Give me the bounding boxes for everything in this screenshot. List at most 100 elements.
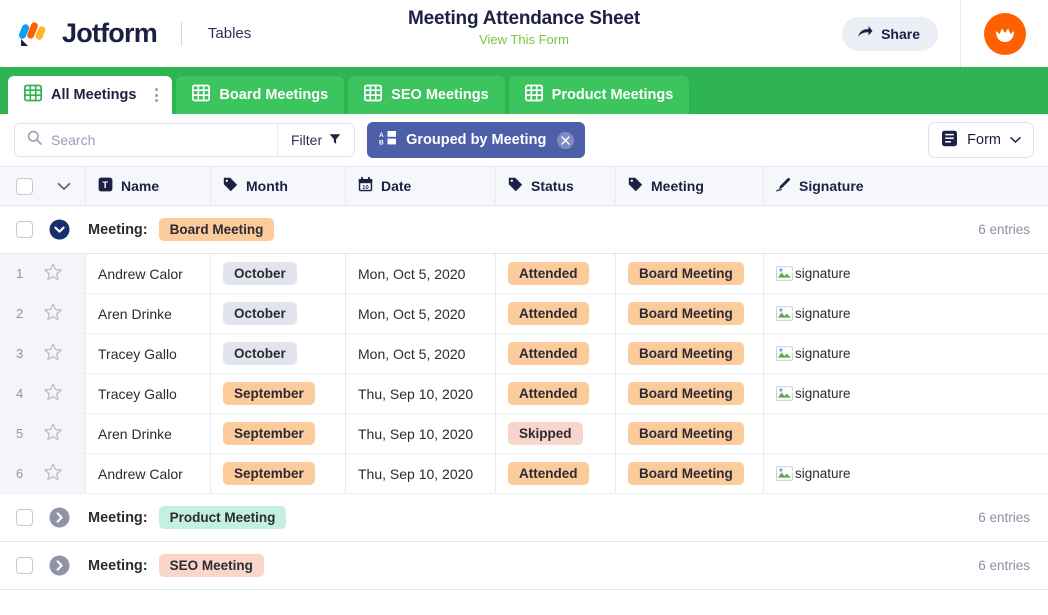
cell-name[interactable]: Aren Drinke	[86, 414, 211, 453]
cell-meeting[interactable]: Board Meeting	[616, 454, 764, 493]
cell-text: Thu, Sep 10, 2020	[358, 385, 474, 402]
group-header-board-meeting[interactable]: Meeting: Board Meeting 6 entries	[0, 206, 1048, 254]
cell-signature[interactable]: signature	[764, 454, 1048, 493]
row-number: 5	[16, 426, 24, 441]
cell-meeting[interactable]: Board Meeting	[616, 334, 764, 373]
cell-status[interactable]: Skipped	[496, 414, 616, 453]
column-header-name[interactable]: T Name	[86, 167, 211, 205]
cell-date[interactable]: Mon, Oct 5, 2020	[346, 254, 496, 293]
tab-all-meetings[interactable]: All Meetings	[8, 76, 173, 114]
cell-signature[interactable]	[764, 414, 1048, 453]
close-icon[interactable]	[557, 131, 575, 149]
cell-text: Andrew Calor	[98, 265, 183, 282]
cell-month[interactable]: October	[211, 254, 346, 293]
cell-date[interactable]: Mon, Oct 5, 2020	[346, 334, 496, 373]
cell-month[interactable]: October	[211, 294, 346, 333]
column-header-date[interactable]: 10 Date	[346, 167, 496, 205]
cell-signature[interactable]: signature	[764, 294, 1048, 333]
filter-button[interactable]: Filter	[277, 124, 355, 156]
cell-status[interactable]: Attended	[496, 374, 616, 413]
table-row[interactable]: 6 Andrew Calor September Thu, Sep 10, 20…	[0, 454, 1048, 494]
cell-status[interactable]: Attended	[496, 294, 616, 333]
cell-text: Tracey Gallo	[98, 385, 177, 402]
column-header-status[interactable]: Status	[496, 167, 616, 205]
cell-name[interactable]: Aren Drinke	[86, 294, 211, 333]
table-grid-icon	[524, 84, 543, 106]
cell-name[interactable]: Andrew Calor	[86, 454, 211, 493]
cell-month[interactable]: October	[211, 334, 346, 373]
tab-product-meetings[interactable]: Product Meetings	[508, 76, 690, 114]
cell-date[interactable]: Mon, Oct 5, 2020	[346, 294, 496, 333]
row-gutter: 1	[0, 254, 86, 293]
cell-month[interactable]: September	[211, 374, 346, 413]
table-row[interactable]: 2 Aren Drinke October Mon, Oct 5, 2020 A…	[0, 294, 1048, 334]
cell-month[interactable]: September	[211, 414, 346, 453]
cell-signature[interactable]: signature	[764, 374, 1048, 413]
star-icon[interactable]	[44, 263, 62, 284]
group-entry-count: 6 entries	[978, 222, 1030, 237]
cell-date[interactable]: Thu, Sep 10, 2020	[346, 414, 496, 453]
chevron-down-circle-icon[interactable]	[49, 219, 70, 240]
tab-board-meetings[interactable]: Board Meetings	[176, 76, 345, 114]
tab-seo-meetings[interactable]: SEO Meetings	[348, 76, 505, 114]
chevron-right-circle-icon[interactable]	[49, 555, 70, 576]
cell-name[interactable]: Andrew Calor	[86, 254, 211, 293]
table-row[interactable]: 1 Andrew Calor October Mon, Oct 5, 2020 …	[0, 254, 1048, 294]
cell-signature[interactable]: signature	[764, 254, 1048, 293]
status-badge: Attended	[508, 382, 589, 405]
group-checkbox[interactable]	[16, 221, 33, 238]
column-header-label: Name	[121, 178, 160, 194]
star-icon[interactable]	[44, 423, 62, 444]
row-gutter: 6	[0, 454, 86, 493]
cell-meeting[interactable]: Board Meeting	[616, 374, 764, 413]
cell-status[interactable]: Attended	[496, 334, 616, 373]
column-header-meeting[interactable]: Meeting	[616, 167, 764, 205]
group-header-seo-meeting[interactable]: Meeting: SEO Meeting 6 entries	[0, 542, 1048, 590]
group-checkbox[interactable]	[16, 509, 33, 526]
cell-date[interactable]: Thu, Sep 10, 2020	[346, 374, 496, 413]
group-header-product-meeting[interactable]: Meeting: Product Meeting 6 entries	[0, 494, 1048, 542]
data-table: T Name Month 10 Date Status Meeting Sign…	[0, 167, 1048, 615]
star-icon[interactable]	[44, 383, 62, 404]
table-toolbar: Filter A B Grouped by Meeting	[0, 114, 1048, 167]
star-icon[interactable]	[44, 463, 62, 484]
cell-name[interactable]: Tracey Gallo	[86, 334, 211, 373]
star-icon[interactable]	[44, 343, 62, 364]
column-header-signature[interactable]: Signature	[764, 167, 1048, 205]
more-vertical-icon[interactable]	[151, 88, 162, 102]
chevron-right-circle-icon[interactable]	[49, 507, 70, 528]
chevron-down-icon[interactable]	[57, 178, 71, 194]
meeting-tag: Board Meeting	[628, 302, 744, 325]
status-badge: Attended	[508, 262, 589, 285]
cell-text: Mon, Oct 5, 2020	[358, 345, 466, 362]
cell-date[interactable]: Thu, Sep 10, 2020	[346, 454, 496, 493]
cell-month[interactable]: September	[211, 454, 346, 493]
cell-meeting[interactable]: Board Meeting	[616, 414, 764, 453]
row-gutter: 2	[0, 294, 86, 333]
cell-status[interactable]: Attended	[496, 454, 616, 493]
form-view-button[interactable]: Form	[928, 122, 1034, 158]
app-header: Jotform Tables Meeting Attendance Sheet …	[0, 0, 1048, 70]
jotform-tables-app: Jotform Tables Meeting Attendance Sheet …	[0, 0, 1048, 615]
cell-name[interactable]: Tracey Gallo	[86, 374, 211, 413]
signature-alt-text: signature	[795, 266, 851, 281]
table-row[interactable]: 3 Tracey Gallo October Mon, Oct 5, 2020 …	[0, 334, 1048, 374]
group-checkbox[interactable]	[16, 557, 33, 574]
cell-signature[interactable]: signature	[764, 334, 1048, 373]
tag-icon	[508, 177, 523, 195]
chevron-down-icon	[1010, 132, 1021, 148]
star-icon[interactable]	[44, 303, 62, 324]
select-all-checkbox[interactable]	[16, 177, 33, 195]
cell-meeting[interactable]: Board Meeting	[616, 254, 764, 293]
row-gutter: 4	[0, 374, 86, 413]
cell-meeting[interactable]: Board Meeting	[616, 294, 764, 333]
form-document-icon	[941, 130, 958, 151]
row-gutter: 5	[0, 414, 86, 453]
cell-status[interactable]: Attended	[496, 254, 616, 293]
view-form-link[interactable]: View This Form	[0, 32, 1048, 47]
table-row[interactable]: 5 Aren Drinke September Thu, Sep 10, 202…	[0, 414, 1048, 454]
grouped-by-pill[interactable]: A B Grouped by Meeting	[367, 122, 586, 158]
column-header-month[interactable]: Month	[211, 167, 346, 205]
table-row[interactable]: 4 Tracey Gallo September Thu, Sep 10, 20…	[0, 374, 1048, 414]
search-input[interactable]	[51, 132, 265, 148]
